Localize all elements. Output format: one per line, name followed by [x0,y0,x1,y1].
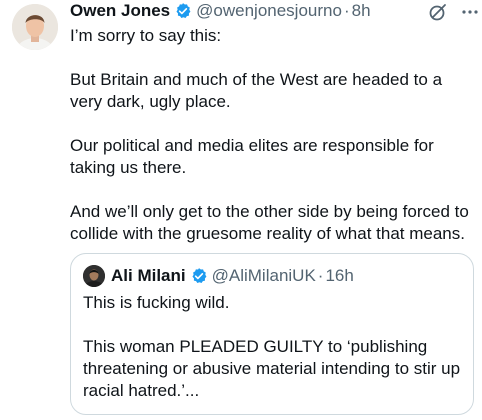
quoted-avatar[interactable] [83,265,105,287]
tweet[interactable]: Owen Jones @owenjonesjourno · 8h I’m sor… [0,0,482,420]
quoted-timestamp[interactable]: 16h [325,266,353,286]
verified-badge-icon [174,2,192,20]
verified-badge-icon [190,267,208,285]
author-name[interactable]: Owen Jones [70,1,170,21]
separator-dot: · [317,266,324,285]
tweet-header: Owen Jones @owenjonesjourno · 8h [70,0,474,22]
grok-icon[interactable] [428,2,448,22]
quoted-tweet-text: This is fucking wild. This woman PLEADED… [83,292,463,402]
quoted-tweet[interactable]: Ali Milani @AliMilaniUK · 16h This is fu… [70,253,474,415]
tweet-paragraph: And we’ll only get to the other side by … [70,202,469,243]
tweet-paragraph: I’m sorry to say this: [70,26,222,45]
separator-dot: · [343,1,350,20]
quoted-paragraph: This woman PLEADED GUILTY to ‘publishing… [83,337,461,400]
tweet-paragraph: Our political and media elites are respo… [70,136,434,177]
avatar[interactable] [12,4,58,50]
quoted-paragraph: This is fucking wild. [83,293,230,312]
timestamp[interactable]: 8h [352,1,371,21]
tweet-paragraph: But Britain and much of the West are hea… [70,70,443,111]
tweet-text: I’m sorry to say this: But Britain and m… [70,25,476,245]
more-icon[interactable] [460,2,480,22]
author-handle[interactable]: @owenjonesjourno [196,1,342,21]
quoted-author-handle[interactable]: @AliMilaniUK [212,266,316,286]
header-actions [428,2,480,22]
quoted-tweet-header: Ali Milani @AliMilaniUK · 16h [83,264,354,288]
quoted-author-name[interactable]: Ali Milani [111,266,186,286]
